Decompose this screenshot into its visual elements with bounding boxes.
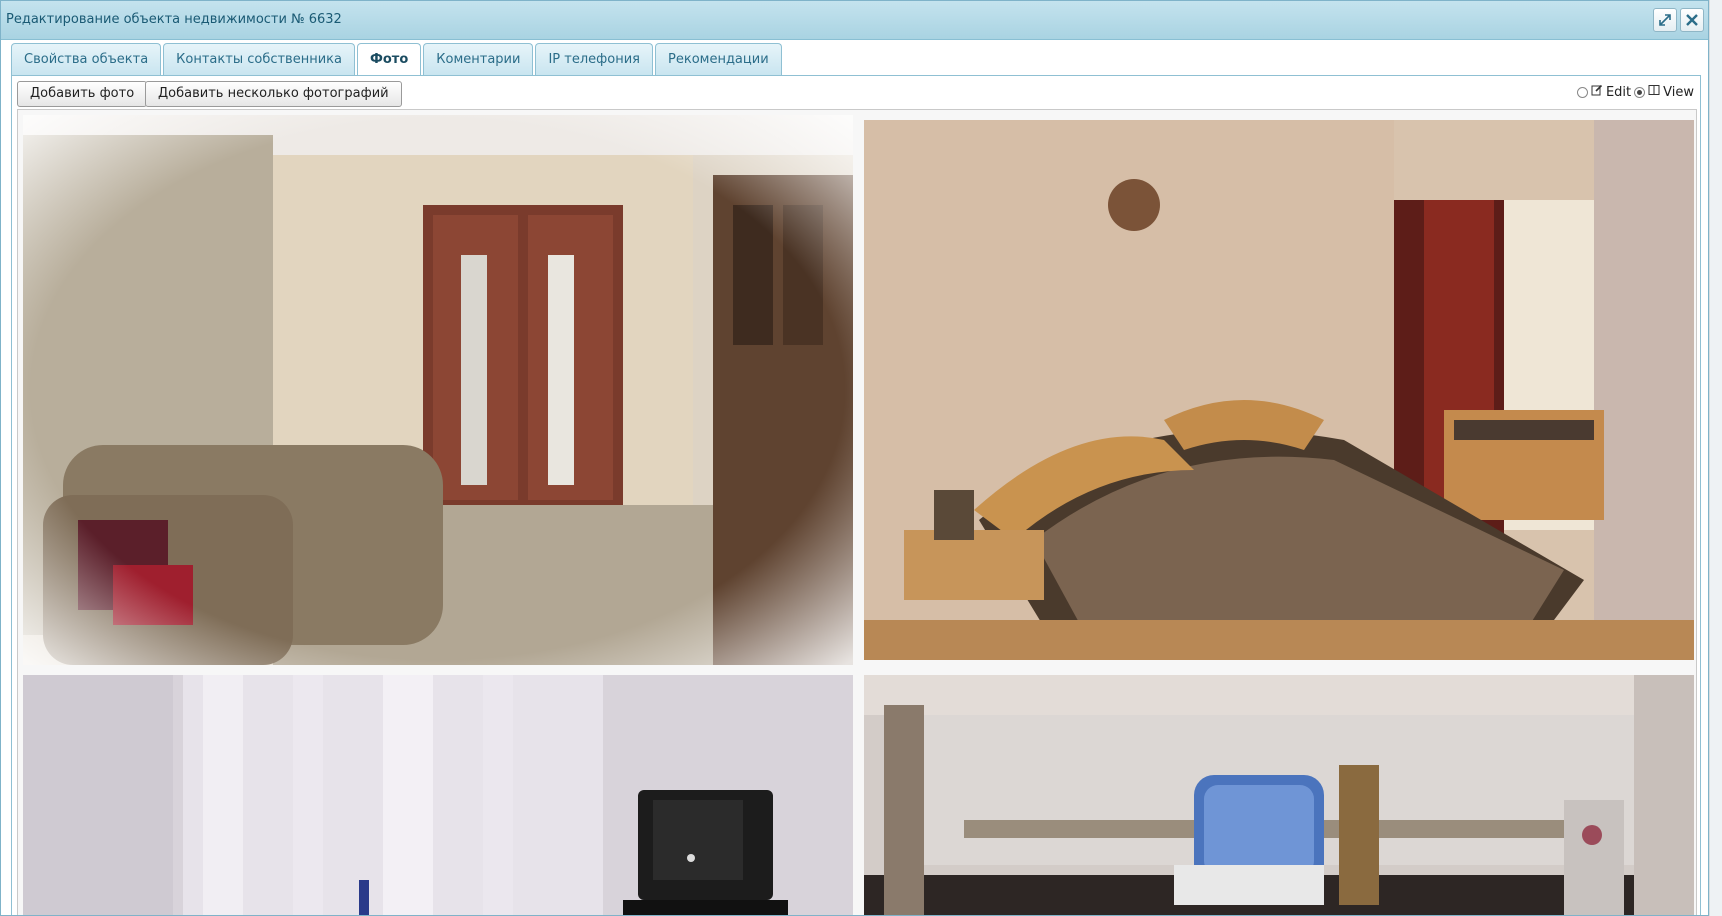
bedroom-photo[interactable]	[864, 120, 1694, 660]
tab-recommendations[interactable]: Рекомендации	[655, 43, 782, 75]
tab-owner-contacts[interactable]: Контакты собственника	[163, 43, 355, 75]
edit-icon	[1591, 84, 1603, 100]
background-scrollbar	[1709, 0, 1722, 916]
view-radio[interactable]	[1634, 86, 1646, 98]
tab-comments[interactable]: Коментарии	[423, 43, 534, 75]
tab-photo[interactable]: Фото	[356, 43, 422, 76]
edit-radio[interactable]	[1576, 86, 1588, 98]
close-button[interactable]	[1680, 8, 1704, 32]
add-photo-button[interactable]: Добавить фото	[17, 81, 148, 107]
maximize-button[interactable]	[1653, 8, 1677, 32]
tab-bar: Свойства объекта Контакты собственника Ф…	[11, 43, 784, 76]
mode-switch: Edit View	[1576, 84, 1694, 100]
edit-property-dialog: Редактирование объекта недвижимости № 66…	[0, 0, 1709, 916]
room-tv-photo[interactable]	[23, 675, 853, 915]
tab-properties[interactable]: Свойства объекта	[11, 43, 162, 75]
edit-label[interactable]: Edit	[1606, 85, 1631, 100]
maximize-icon	[1658, 13, 1672, 27]
view-label[interactable]: View	[1663, 85, 1694, 100]
photo-tab-panel: Добавить фото Добавить несколько фотогра…	[11, 75, 1701, 915]
add-multiple-photos-button[interactable]: Добавить несколько фотографий	[145, 81, 402, 107]
dialog-title: Редактирование объекта недвижимости № 66…	[6, 12, 342, 27]
view-icon	[1648, 84, 1660, 100]
close-icon	[1685, 13, 1699, 27]
living-room-photo[interactable]	[23, 115, 853, 665]
tab-ip-telephony[interactable]: IP телефония	[535, 43, 653, 75]
photo-gallery	[17, 109, 1697, 915]
dialog-titlebar[interactable]: Редактирование объекта недвижимости № 66…	[1, 1, 1708, 40]
kitchen-photo[interactable]	[864, 675, 1694, 915]
